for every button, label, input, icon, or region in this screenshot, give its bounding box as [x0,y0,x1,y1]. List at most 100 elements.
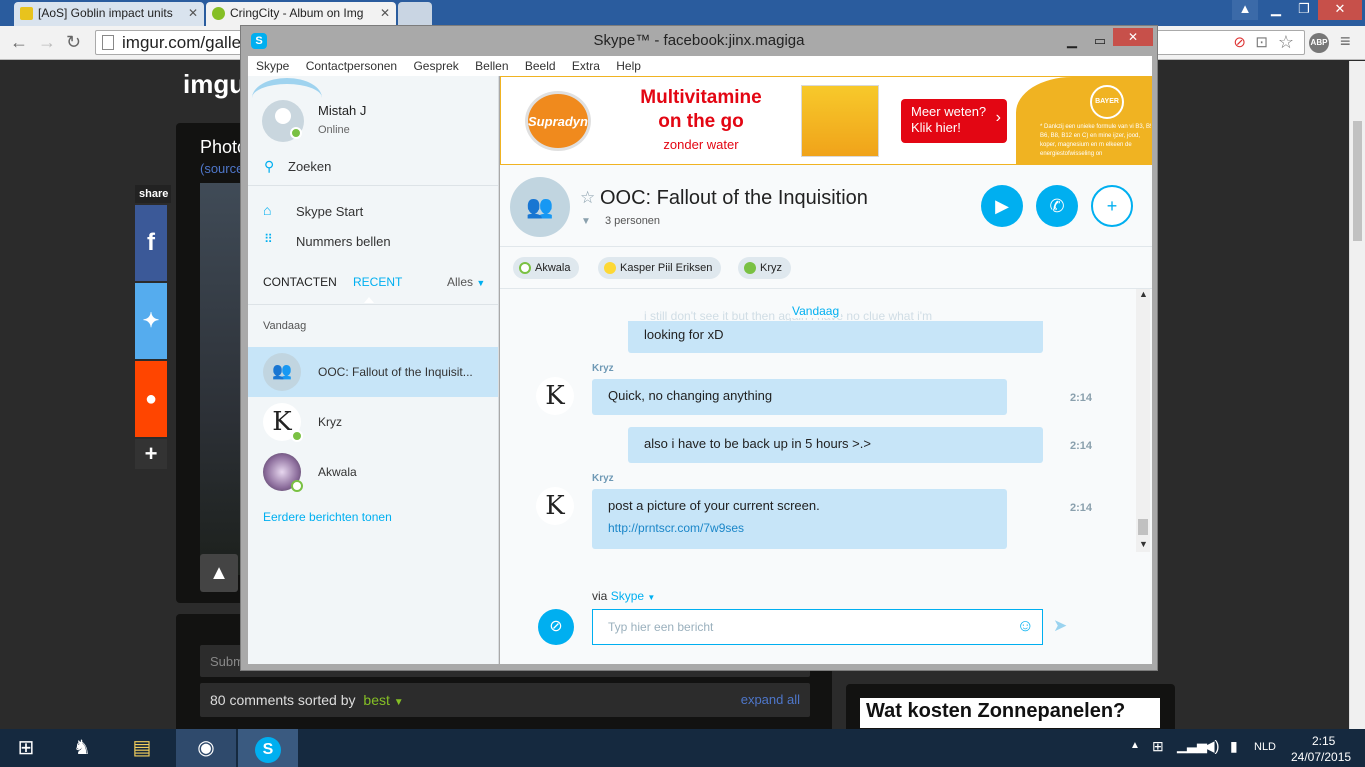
menu-icon[interactable]: ≡ [1340,31,1351,52]
add-participant-button[interactable]: + [1091,185,1133,227]
menu-skype[interactable]: Skype [256,59,289,73]
message-list[interactable]: i still don't see it but then again i ha… [500,289,1152,579]
participant-chip-kasper[interactable]: Kasper Piil Eriksen [598,257,722,279]
minimize-button[interactable]: ▁ [1262,0,1290,20]
recent-item-akwala[interactable]: Akwala [248,447,498,497]
new-tab-button[interactable] [398,2,432,26]
menu-help[interactable]: Help [616,59,641,73]
clock-time[interactable]: 2:15 [1312,734,1335,748]
chrome-icon[interactable]: ◉ [176,729,236,767]
emoticon-icon[interactable]: ☺ [1017,616,1034,636]
conversation-members[interactable]: 3 personen [605,215,660,227]
file-explorer-icon[interactable]: ▤ [112,729,172,767]
chat-scrollbar[interactable]: ▲ ▼ [1136,289,1150,552]
menu-bellen[interactable]: Bellen [475,59,508,73]
attach-file-button[interactable]: ⊘ [538,609,574,645]
imgur-logo[interactable]: imgu [183,69,245,100]
scrollbar-thumb[interactable] [1353,121,1362,241]
nav-dial-numbers[interactable]: ⠿ Nummers bellen [248,230,498,254]
more-share-icon[interactable]: + [135,439,167,469]
close-button[interactable]: ✕ [1318,0,1362,20]
maximize-button[interactable]: ❐ [1290,0,1318,20]
adblock-plus-icon[interactable]: ABP [1309,33,1329,53]
menu-gesprek[interactable]: Gesprek [413,59,458,73]
filter-dropdown[interactable]: Alles ▼ [447,275,485,289]
nav-skype-start[interactable]: ⌂ Skype Start [248,200,498,224]
supradyn-ad[interactable]: Supradyn Multivitamine on the go zonder … [500,76,1152,165]
reddit-share-icon[interactable]: ● [135,361,167,437]
conversation-group-icon[interactable]: 👥 [510,177,570,237]
browser-tab-imgur[interactable]: CringCity - Album on Img ✕ [206,2,396,26]
blocked-icon[interactable]: ⊘ [1233,31,1246,54]
recent-item-kryz[interactable]: K Kryz [248,397,498,447]
volume-icon[interactable]: ◀) [1203,737,1220,755]
expand-all-link[interactable]: expand all [741,692,800,707]
skype-maximize-button[interactable]: ▭ [1087,26,1113,56]
message-bubble[interactable]: looking for xD [628,321,1043,353]
user-icon[interactable]: ▲ [1232,0,1258,20]
back-icon[interactable]: ← [10,31,28,53]
forward-icon[interactable]: → [38,31,56,53]
zoom-icon[interactable]: ⊡ [1255,31,1268,54]
close-tab-icon[interactable]: ✕ [380,2,390,24]
windows-start-icon[interactable]: ⊞ [0,729,52,767]
sort-select[interactable]: best [363,692,389,708]
chevron-down-icon[interactable]: ▼ [394,697,404,708]
browser-tab-goblin[interactable]: [AoS] Goblin impact units ✕ [14,2,204,26]
chevron-down-icon[interactable]: ▼ [581,216,591,227]
solar-ad-banner[interactable]: Wat kosten Zonnepanelen? [860,698,1160,728]
page-scrollbar[interactable] [1349,61,1365,729]
facebook-share-icon[interactable]: f [135,205,167,281]
favorite-star-icon[interactable]: ☆ [580,188,595,208]
menu-extra[interactable]: Extra [572,59,600,73]
scroll-down-icon[interactable]: ▼ [1139,539,1148,549]
send-icon[interactable]: ➤ [1053,616,1067,636]
battery-icon[interactable]: ▮ [1230,738,1238,755]
tab-contacten[interactable]: CONTACTEN [263,275,337,289]
language-indicator[interactable]: NLD [1254,741,1276,753]
skype-taskbar-icon[interactable]: S [238,729,298,767]
tab-recent[interactable]: RECENT [353,275,402,289]
video-call-button[interactable]: ▶ [981,185,1023,227]
message-bubble[interactable]: also i have to be back up in 5 hours >.> [628,427,1043,463]
action-center-icon[interactable]: ⊞ [1152,738,1164,755]
message-bubble[interactable]: post a picture of your current screen. h… [592,489,1007,549]
game-app-icon[interactable]: ♞ [52,729,112,767]
menu-contactpersonen[interactable]: Contactpersonen [306,59,397,73]
reload-icon[interactable]: ↻ [66,31,81,53]
star-icon[interactable]: ☆ [1278,31,1294,54]
chevron-down-icon[interactable]: ▼ [647,593,655,602]
scroll-up-icon[interactable]: ▲ [1139,289,1148,299]
tab-label: [AoS] Goblin impact units [38,6,173,20]
menu-beeld[interactable]: Beeld [525,59,556,73]
earlier-messages-link[interactable]: Eerdere berichten tonen [263,510,392,524]
upvote-icon[interactable]: ▲ [200,554,238,592]
message-link[interactable]: http://prntscr.com/7w9ses [608,521,991,535]
message-input[interactable]: Typ hier een bericht ☺ [592,609,1043,645]
photo-source-link[interactable]: (source [200,161,243,176]
message-bubble[interactable]: Quick, no changing anything [592,379,1007,415]
audio-call-button[interactable]: ✆ [1036,185,1078,227]
tray-arrow-icon[interactable]: ▲ [1130,740,1140,751]
clock-date[interactable]: 24/07/2015 [1291,750,1351,764]
profile-status[interactable]: Online [318,124,350,136]
search-row[interactable]: ⚲ Zoeken [248,152,498,186]
chat-scrollbar-thumb[interactable] [1138,519,1148,535]
close-tab-icon[interactable]: ✕ [188,2,198,24]
message-text: looking for xD [644,327,724,342]
home-icon: ⌂ [263,202,272,218]
ad-cta-line2: Klik hier! [911,120,961,135]
twitter-share-icon[interactable]: ✦ [135,283,167,359]
bayer-label: BAYER [1095,98,1119,105]
via-text: via [592,589,608,603]
participant-chip-akwala[interactable]: Akwala [513,257,580,279]
skype-menubar: Skype Contactpersonen Gesprek Bellen Bee… [248,56,1152,76]
recent-item-ooc[interactable]: 👥 OOC: Fallout of the Inquisit... [248,347,498,397]
online-status-icon [744,262,756,274]
network-select[interactable]: Skype [611,589,644,603]
skype-close-button[interactable]: ✕ [1113,28,1153,46]
participant-chip-kryz[interactable]: Kryz [738,257,791,279]
skype-minimize-button[interactable]: ▁ [1059,26,1085,56]
profile-name[interactable]: Mistah J [318,103,366,118]
ad-cta-button[interactable]: Meer weten? Klik hier! › [901,99,1007,143]
